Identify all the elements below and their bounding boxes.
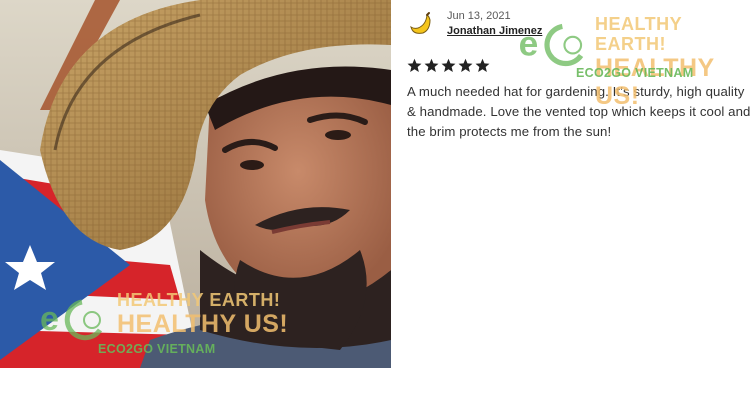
review-photo[interactable] — [0, 0, 391, 368]
reviewer-photo-illustration — [0, 0, 391, 368]
review-meta: Jun 13, 2021 Jonathan Jimenez — [407, 10, 750, 40]
star-icon — [475, 58, 490, 72]
review-date: Jun 13, 2021 — [447, 10, 511, 22]
banana-icon — [410, 12, 431, 34]
star-icon — [407, 58, 422, 72]
star-icon — [424, 58, 439, 72]
star-rating — [407, 58, 750, 78]
star-icon — [441, 58, 456, 72]
star-icon — [458, 58, 473, 72]
review-author-link[interactable]: Jonathan Jimenez — [447, 25, 542, 37]
review-text: A much needed hat for gardening. It’s st… — [407, 84, 750, 139]
review-panel: Jun 13, 2021 Jonathan Jimenez A much nee… — [407, 10, 750, 142]
